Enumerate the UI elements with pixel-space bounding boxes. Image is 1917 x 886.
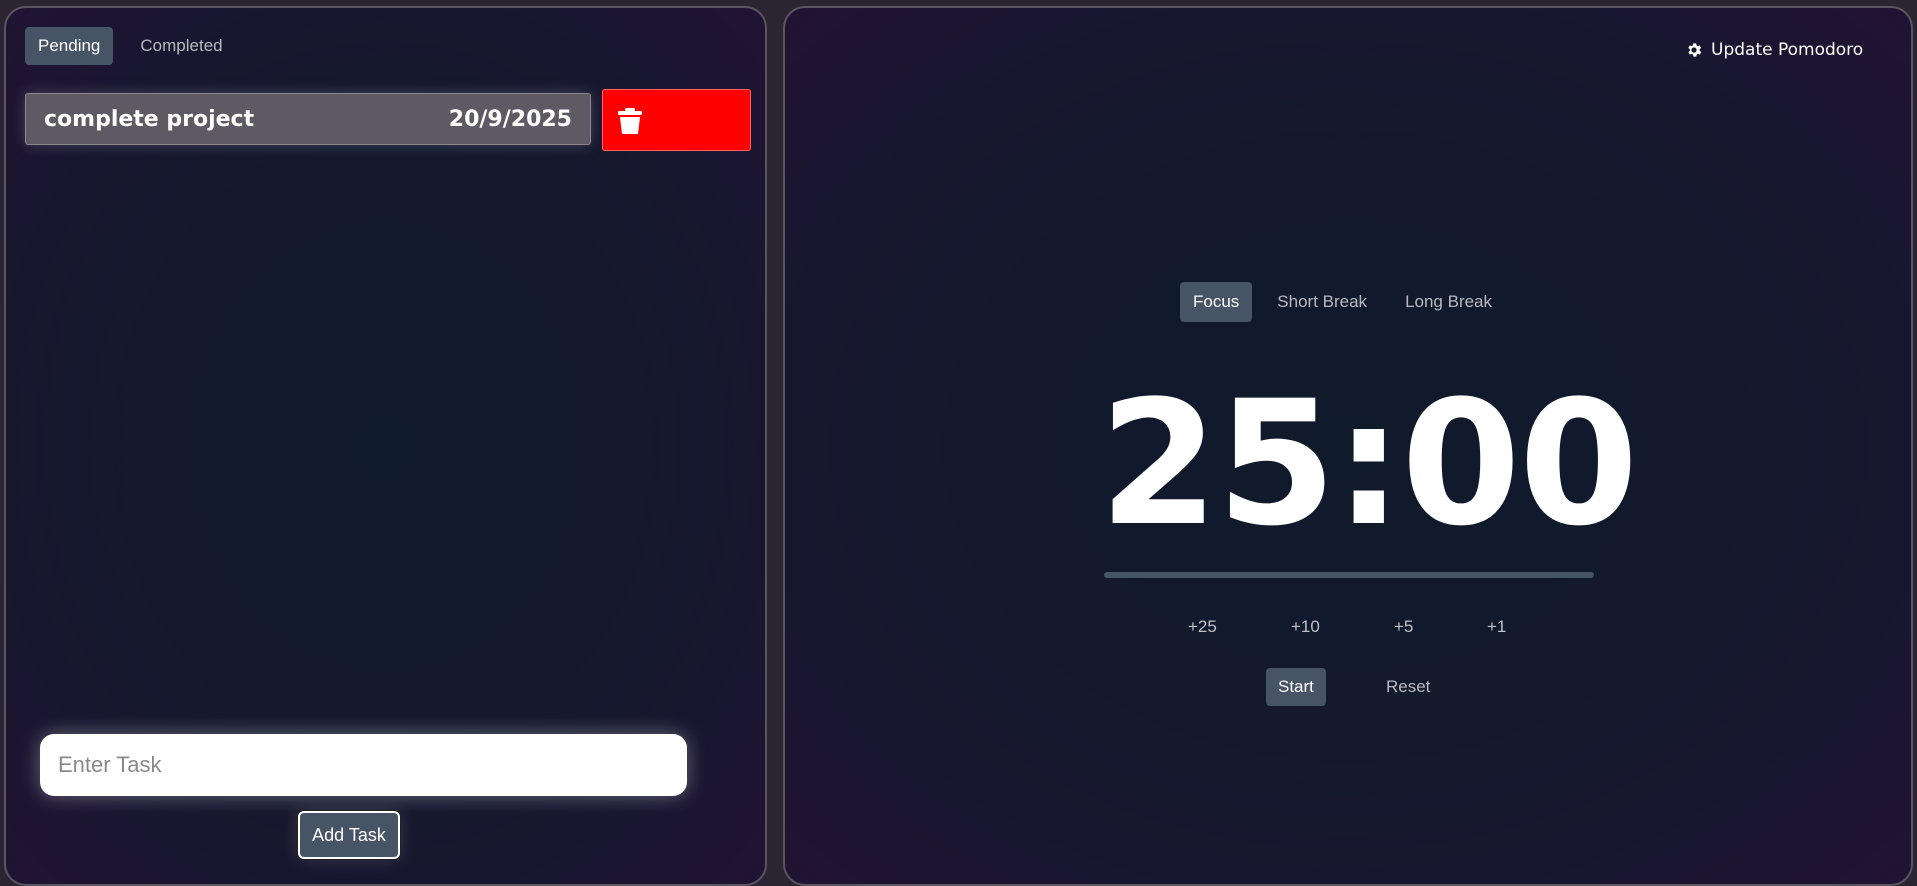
update-pomodoro-button[interactable]: Update Pomodoro [1685,40,1863,60]
update-pomodoro-label: Update Pomodoro [1711,40,1864,60]
add-1-button[interactable]: +1 [1487,617,1506,637]
tasks-panel: Pending Completed complete project 20/9/… [4,6,767,886]
tab-pending[interactable]: Pending [25,27,114,65]
task-date: 20/9/2025 [448,106,572,132]
tab-short-break[interactable]: Short Break [1264,282,1380,322]
add-5-button[interactable]: +5 [1394,617,1413,637]
add-25-button[interactable]: +25 [1188,617,1217,637]
task-item[interactable]: complete project 20/9/2025 [25,93,591,145]
task-title: complete project [44,106,255,132]
delete-task-button[interactable] [602,89,751,151]
mode-tabs: Focus Short Break Long Break [1180,282,1505,322]
gear-icon [1688,43,1702,57]
reset-button[interactable]: Reset [1374,668,1442,706]
timer-display: 25:00 [1099,363,1639,564]
tab-completed[interactable]: Completed [127,27,235,65]
tab-focus[interactable]: Focus [1180,282,1253,322]
pomodoro-panel: Update Pomodoro Focus Short Break Long B… [783,6,1913,886]
task-input[interactable] [40,734,687,796]
start-button[interactable]: Start [1266,668,1326,706]
tab-long-break[interactable]: Long Break [1392,282,1505,322]
add-10-button[interactable]: +10 [1291,617,1320,637]
add-task-button[interactable]: Add Task [298,811,400,859]
timer-progress-bar [1104,572,1594,578]
trash-icon [618,108,642,134]
task-tabs: Pending Completed [25,27,236,65]
